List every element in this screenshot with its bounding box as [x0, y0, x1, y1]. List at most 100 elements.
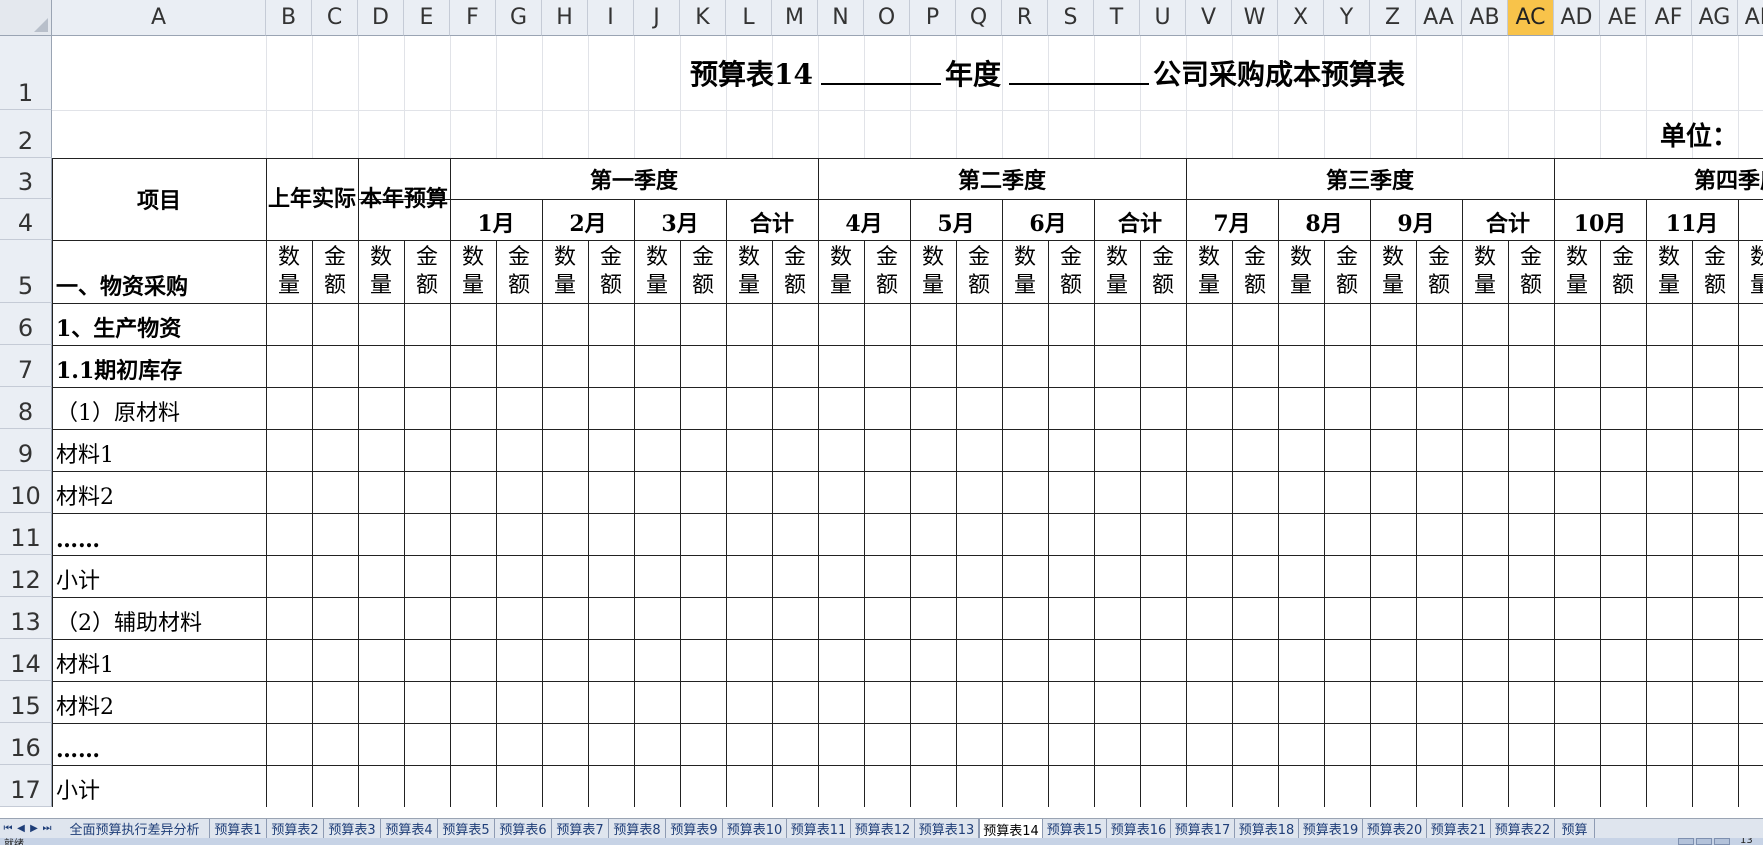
column-header-f[interactable]: F — [450, 0, 496, 36]
first-sheet-icon[interactable]: ⏮ — [2, 821, 14, 835]
item-label[interactable]: 1.1期初库存 — [52, 345, 266, 387]
item-label[interactable]: 材料1 — [52, 429, 266, 471]
column-header-ad[interactable]: AD — [1554, 0, 1600, 36]
column-header-k[interactable]: K — [680, 0, 726, 36]
column-header-j[interactable]: J — [634, 0, 680, 36]
sheet-tab[interactable]: 预算表9 — [666, 819, 723, 838]
sheet-tab[interactable]: 预算表3 — [324, 819, 381, 838]
column-header-ac[interactable]: AC — [1508, 0, 1554, 36]
column-header-aa[interactable]: AA — [1416, 0, 1462, 36]
column-header-b[interactable]: B — [266, 0, 312, 36]
item-label[interactable]: 材料1 — [52, 639, 266, 681]
sheet-tab[interactable]: 预算表15 — [1043, 819, 1107, 838]
column-header-v[interactable]: V — [1186, 0, 1232, 36]
row-header-15[interactable]: 15 — [0, 681, 52, 723]
column-header-ab[interactable]: AB — [1462, 0, 1508, 36]
row-header-12[interactable]: 12 — [0, 555, 52, 597]
sheet-tab[interactable]: 预算表6 — [495, 819, 552, 838]
sheet-tab[interactable]: 预算表22 — [1491, 819, 1555, 838]
sheet-tab[interactable]: 预算表19 — [1299, 819, 1363, 838]
column-header-w[interactable]: W — [1232, 0, 1278, 36]
sheet-tab[interactable]: 预算表11 — [787, 819, 851, 838]
normal-view-icon[interactable] — [1678, 838, 1694, 845]
item-label[interactable]: …… — [52, 513, 266, 555]
year-blank[interactable] — [820, 61, 941, 85]
company-blank[interactable] — [1008, 61, 1149, 85]
column-header-g[interactable]: G — [496, 0, 542, 36]
row-header-10[interactable]: 10 — [0, 471, 52, 513]
row-header-13[interactable]: 13 — [0, 597, 52, 639]
sheet-tab[interactable]: 预算表12 — [851, 819, 915, 838]
column-header-t[interactable]: T — [1094, 0, 1140, 36]
item-label[interactable]: 材料2 — [52, 471, 266, 513]
page-break-preview-icon[interactable] — [1714, 838, 1730, 845]
item-label[interactable]: 小计 — [52, 555, 266, 597]
prev-sheet-icon[interactable]: ◀ — [15, 821, 27, 835]
column-header-s[interactable]: S — [1048, 0, 1094, 36]
column-header-af[interactable]: AF — [1646, 0, 1692, 36]
column-header-x[interactable]: X — [1278, 0, 1324, 36]
item-label[interactable]: （2）辅助材料 — [52, 597, 266, 639]
row-header-3[interactable]: 3 — [0, 158, 52, 199]
sheet-tab[interactable]: 预算表8 — [609, 819, 666, 838]
sheet-tab[interactable]: 预算表1 — [210, 819, 267, 838]
sheet-tab[interactable]: 预算表2 — [267, 819, 324, 838]
sheet-tab[interactable]: 预算表18 — [1235, 819, 1299, 838]
column-header-d[interactable]: D — [358, 0, 404, 36]
sheet-tab[interactable]: 预算表5 — [438, 819, 495, 838]
sheet-tab[interactable]: 预算表10 — [723, 819, 787, 838]
row-header-7[interactable]: 7 — [0, 345, 52, 387]
column-header-c[interactable]: C — [312, 0, 358, 36]
spreadsheet-grid[interactable]: 预算表14 年度 公司采购成本预算表 单位： 项目 上年实际 本年预算 第一季度 第二季度 第三季… — [0, 0, 1763, 818]
item-label[interactable]: （1）原材料 — [52, 387, 266, 429]
column-header-ae[interactable]: AE — [1600, 0, 1646, 36]
column-header-i[interactable]: I — [588, 0, 634, 36]
row-header-11[interactable]: 11 — [0, 513, 52, 555]
item-label[interactable]: …… — [52, 723, 266, 765]
sheet-tab[interactable]: 预算表20 — [1363, 819, 1427, 838]
row-header-2[interactable]: 2 — [0, 110, 52, 158]
column-header-z[interactable]: Z — [1370, 0, 1416, 36]
sheet-tab[interactable]: 预算 — [1555, 819, 1595, 838]
row-header-8[interactable]: 8 — [0, 387, 52, 429]
column-header-u[interactable]: U — [1140, 0, 1186, 36]
row-header-9[interactable]: 9 — [0, 429, 52, 471]
column-header-ah[interactable]: AH — [1738, 0, 1763, 36]
sheet-tab[interactable]: 预算表4 — [381, 819, 438, 838]
sheet-tab[interactable]: 预算表17 — [1171, 819, 1235, 838]
sheet-tab[interactable]: 预算表21 — [1427, 819, 1491, 838]
column-header-h[interactable]: H — [542, 0, 588, 36]
header-char: 数 — [1197, 244, 1220, 270]
next-sheet-icon[interactable]: ▶ — [28, 821, 40, 835]
column-header-a[interactable]: A — [52, 0, 266, 36]
column-header-ag[interactable]: AG — [1692, 0, 1738, 36]
item-label[interactable]: 一、物资采购 — [52, 240, 266, 303]
column-header-q[interactable]: Q — [956, 0, 1002, 36]
last-sheet-icon[interactable]: ⏭ — [41, 821, 53, 835]
select-all-corner[interactable] — [0, 0, 52, 36]
column-header-n[interactable]: N — [818, 0, 864, 36]
page-layout-icon[interactable] — [1696, 838, 1712, 845]
row-header-6[interactable]: 6 — [0, 303, 52, 345]
column-header-y[interactable]: Y — [1324, 0, 1370, 36]
column-header-r[interactable]: R — [1002, 0, 1048, 36]
column-header-e[interactable]: E — [404, 0, 450, 36]
sheet-tab[interactable]: 预算表7 — [552, 819, 609, 838]
row-header-4[interactable]: 4 — [0, 199, 52, 240]
sheet-tab[interactable]: 预算表14 — [979, 819, 1043, 839]
sheet-tab[interactable]: 全面预算执行差异分析 — [60, 819, 210, 838]
column-header-o[interactable]: O — [864, 0, 910, 36]
sheet-tab[interactable]: 预算表13 — [915, 819, 979, 838]
item-label[interactable]: 小计 — [52, 765, 266, 807]
item-label[interactable]: 1、生产物资 — [52, 303, 266, 345]
row-header-16[interactable]: 16 — [0, 723, 52, 765]
column-header-l[interactable]: L — [726, 0, 772, 36]
sheet-tab[interactable]: 预算表16 — [1107, 819, 1171, 838]
column-header-p[interactable]: P — [910, 0, 956, 36]
row-header-17[interactable]: 17 — [0, 765, 52, 807]
row-header-5[interactable]: 5 — [0, 240, 52, 303]
row-header-1[interactable]: 1 — [0, 36, 52, 110]
column-header-m[interactable]: M — [772, 0, 818, 36]
item-label[interactable]: 材料2 — [52, 681, 266, 723]
row-header-14[interactable]: 14 — [0, 639, 52, 681]
